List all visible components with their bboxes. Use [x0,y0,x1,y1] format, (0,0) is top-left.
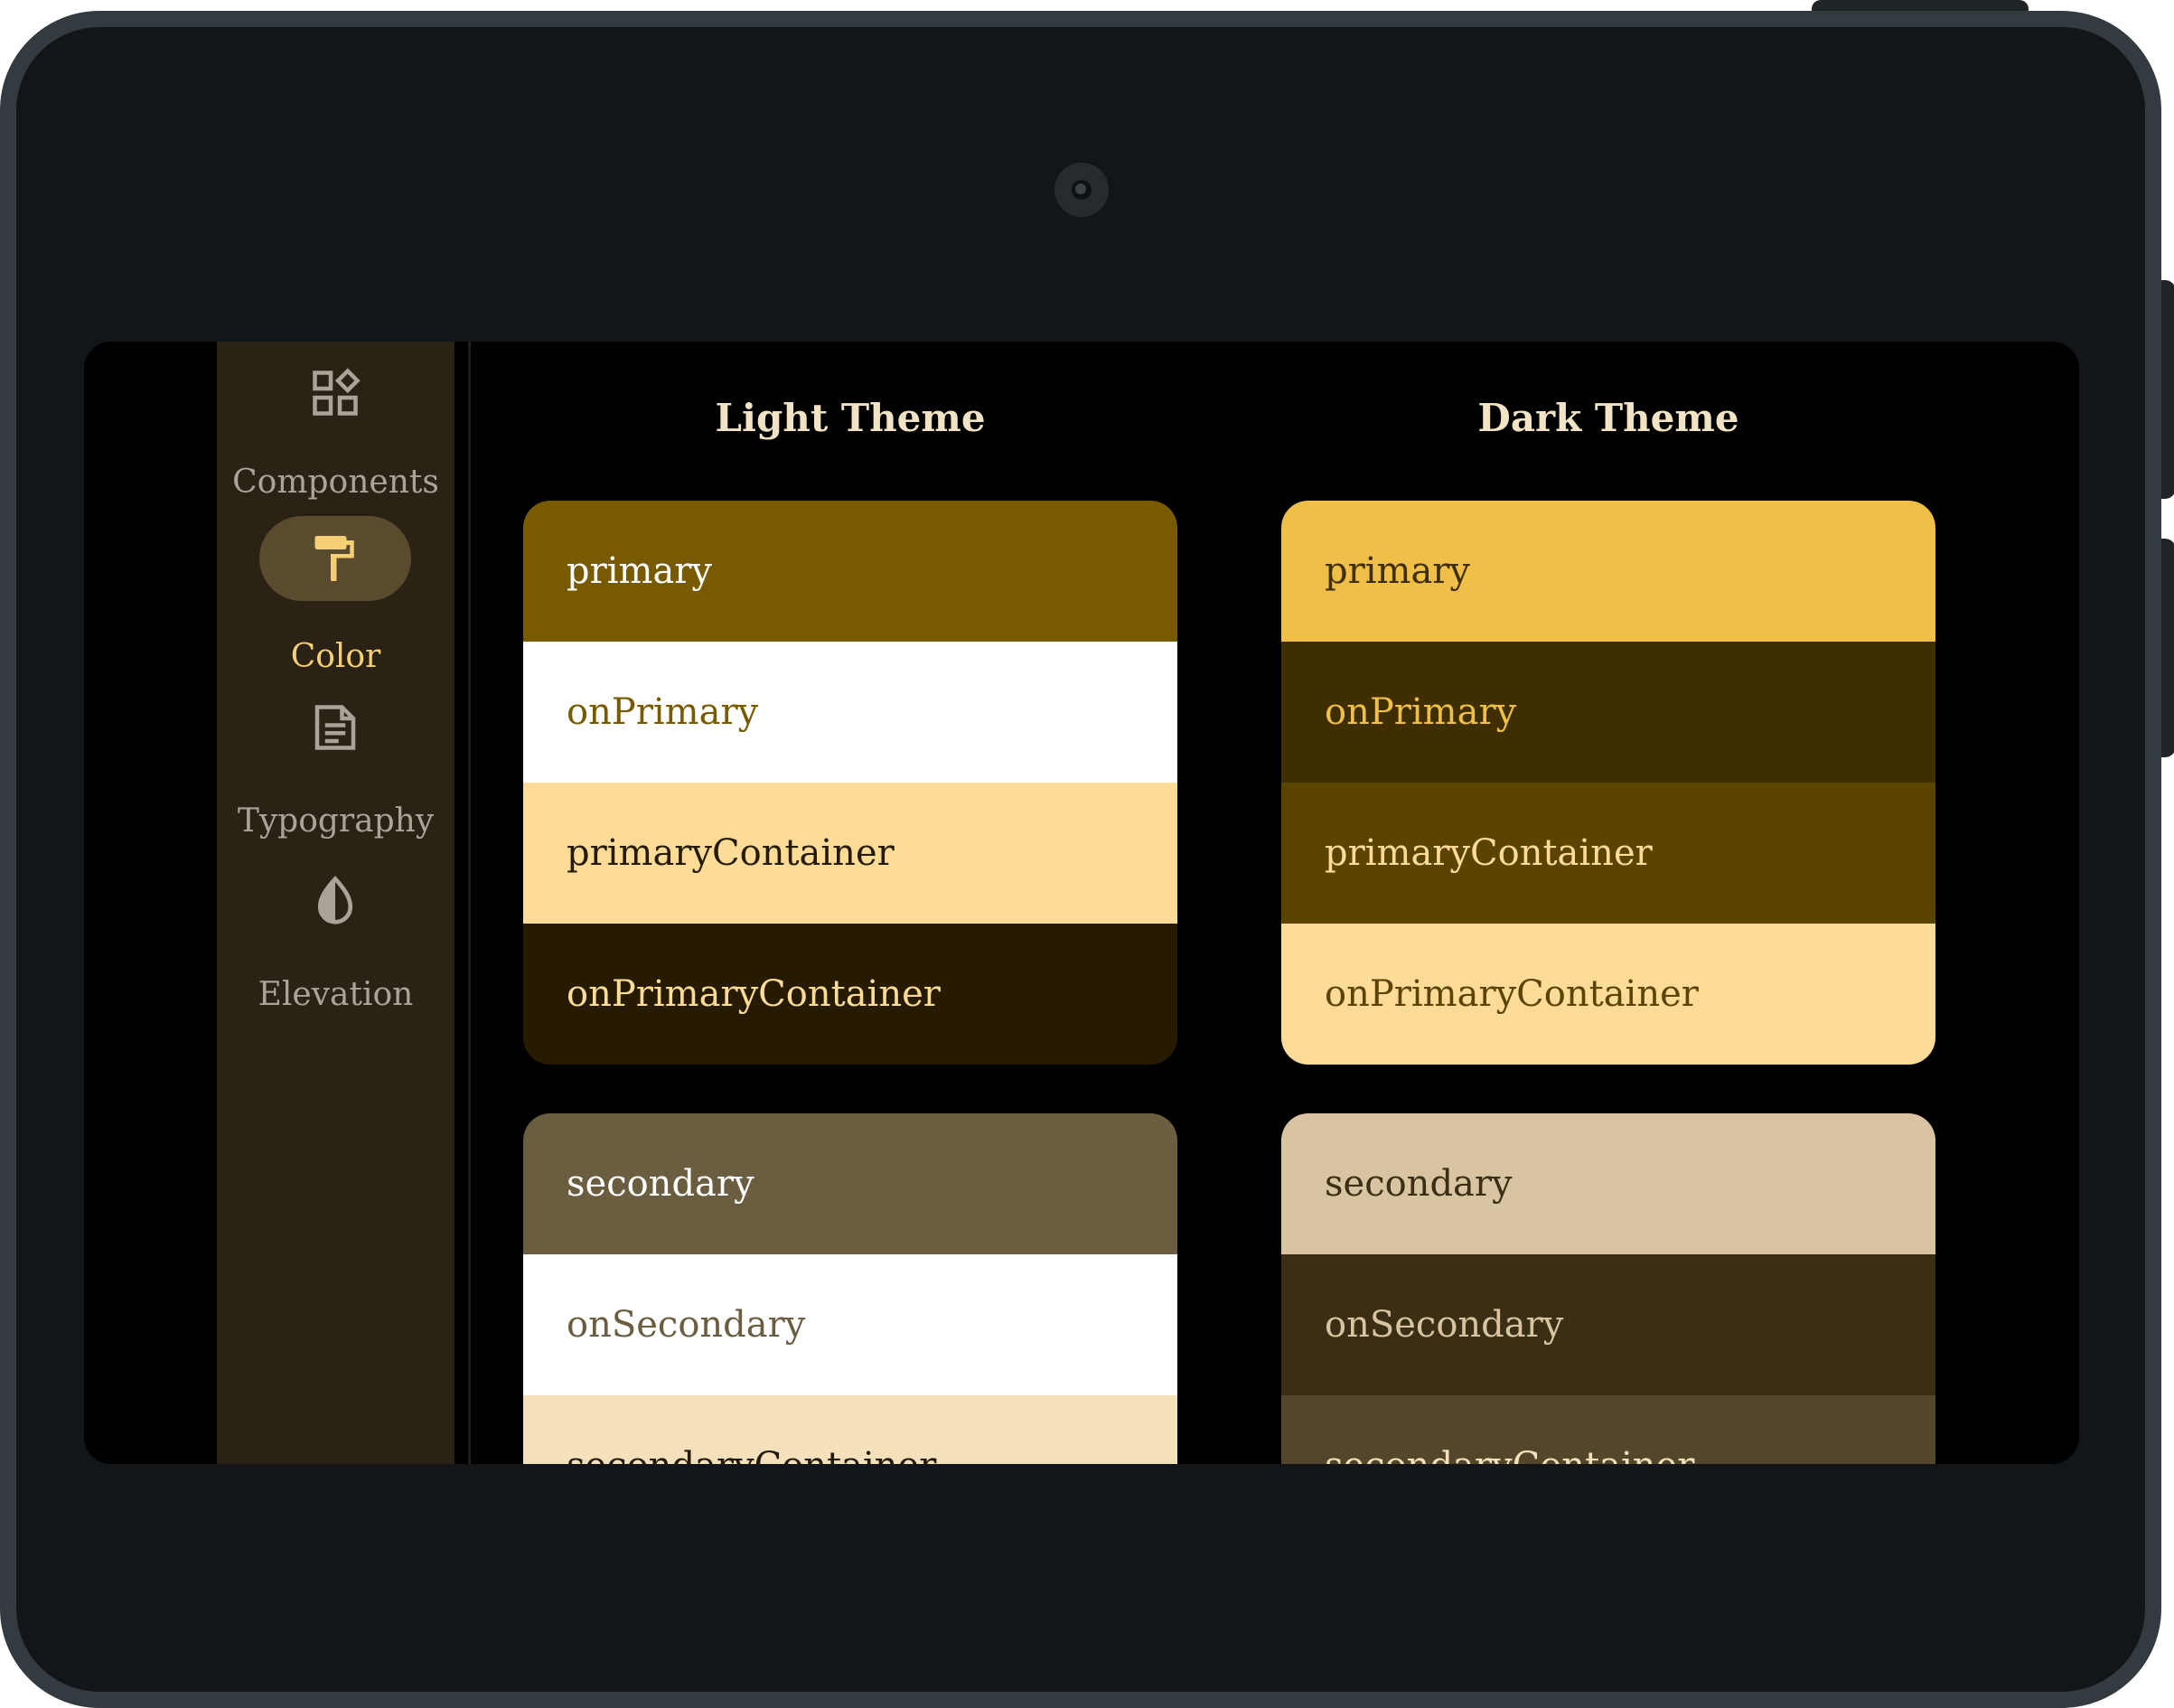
nav-item-components-icon-wrap [259,351,411,436]
color-swatch-secondary: secondary [523,1113,1177,1254]
color-swatch-onPrimaryContainer: onPrimaryContainer [523,924,1177,1065]
nav-item-elevation-icon-wrap [259,859,411,943]
swatch-label: onPrimary [1325,691,1517,733]
swatch-label: onSecondary [567,1304,806,1346]
color-swatch-onSecondary: onSecondary [523,1254,1177,1395]
nav-label-color: Color [290,638,381,675]
swatch-label: secondaryContainer [567,1445,936,1464]
light-secondary-card: secondary onSecondary secondaryContainer [523,1113,1177,1464]
color-swatch-onPrimary: onPrimary [523,642,1177,783]
volume-up-button [2161,280,2174,499]
dark-secondary-card: secondary onSecondary secondaryContainer [1281,1113,1935,1464]
color-swatch-onPrimaryContainer: onPrimaryContainer [1281,924,1935,1065]
light-theme-title: Light Theme [715,396,986,440]
paint-roller-icon [314,536,354,581]
swatch-label: primary [567,550,713,592]
color-swatch-onSecondary: onSecondary [1281,1254,1935,1395]
navigation-rail: Components Color Typography Elevation [217,342,454,1464]
swatch-label: primary [1325,550,1471,592]
volume-down-button [2161,539,2174,757]
swatch-label: secondaryContainer [1325,1445,1694,1464]
nav-item-color[interactable]: Color [217,513,454,685]
dark-primary-card: primary onPrimary primaryContainer onPrimar… [1281,501,1935,1065]
color-swatch-primary: primary [1281,501,1935,642]
color-swatch-primary: primary [523,501,1177,642]
components-icon [313,368,361,416]
color-swatch-primaryContainer: primaryContainer [1281,783,1935,924]
rail-divider [468,342,471,1464]
nav-item-color-active-indicator [259,516,411,601]
opacity-drop-icon [317,875,353,924]
nav-label-elevation: Elevation [258,976,414,1013]
nav-item-typography-icon-wrap [259,685,411,770]
swatch-label: onSecondary [1325,1304,1564,1346]
color-swatch-secondary: secondary [1281,1113,1935,1254]
dark-theme-title: Dark Theme [1477,396,1739,440]
nav-item-elevation[interactable]: Elevation [217,857,454,1028]
swatch-label: primaryContainer [1325,832,1653,874]
color-swatch-primaryContainer: primaryContainer [523,783,1177,924]
article-icon [314,705,356,750]
app-screen: Components Color Typography Elevation Li… [84,342,2079,1464]
nav-item-components[interactable]: Components [217,342,454,513]
camera-lens [1075,183,1086,194]
light-primary-card: primary onPrimary primaryContainer onPrimar… [523,501,1177,1065]
swatch-label: onPrimaryContainer [1325,973,1699,1015]
swatch-label: primaryContainer [567,832,895,874]
nav-label-typography: Typography [237,802,435,840]
nav-label-components: Components [232,464,439,501]
color-swatch-secondaryContainer: secondaryContainer [523,1395,1177,1464]
color-swatch-onPrimary: onPrimary [1281,642,1935,783]
swatch-label: onPrimaryContainer [567,973,941,1015]
color-swatch-secondaryContainer: secondaryContainer [1281,1395,1935,1464]
swatch-label: onPrimary [567,691,759,733]
swatch-label: secondary [567,1163,754,1205]
nav-item-typography[interactable]: Typography [217,685,454,857]
swatch-label: secondary [1325,1163,1513,1205]
